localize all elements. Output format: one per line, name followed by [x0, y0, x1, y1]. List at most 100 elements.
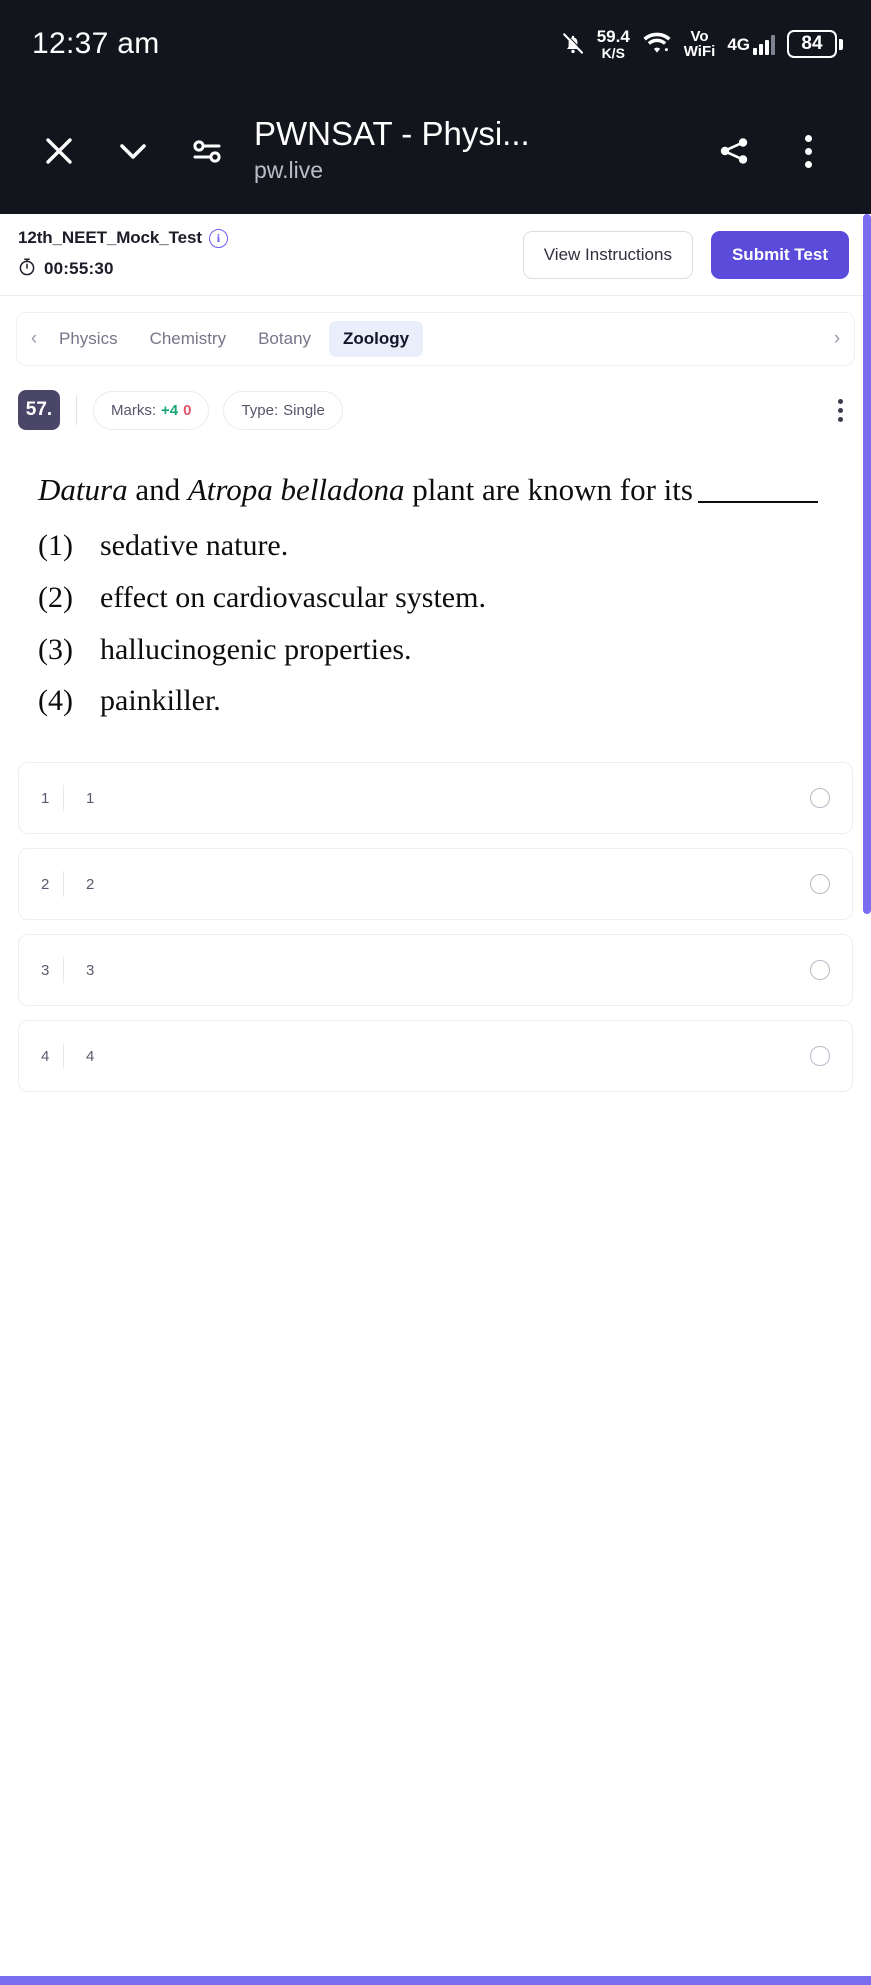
info-icon[interactable]: i: [208, 228, 228, 248]
browser-title-block[interactable]: PWNSAT - Physi... pw.live: [244, 116, 697, 186]
answer-row-label: 3: [86, 961, 95, 979]
battery-nub: [839, 38, 843, 50]
stopwatch-icon: [18, 257, 36, 281]
view-instructions-button[interactable]: View Instructions: [522, 230, 693, 279]
marks-label: Marks:: [111, 401, 156, 419]
question-meta-row: 57. Marks: +4 0 Type: Single: [18, 390, 853, 430]
answer-radio-button[interactable]: [810, 960, 830, 981]
test-name-row: 12th_NEET_Mock_Test i: [18, 228, 228, 248]
stem-italic-1: Datura: [38, 472, 128, 507]
answer-row-divider: [63, 1043, 64, 1070]
answer-row-divider: [63, 871, 64, 898]
signal-strength-bars: [753, 33, 775, 55]
status-indicators: 59.4 K/S Vo WiFi 4G 84: [561, 28, 843, 60]
option-text: effect on cardiovascular system.: [100, 580, 486, 614]
type-chip: Type: Single: [223, 390, 343, 430]
network-speed-unit: K/S: [601, 44, 625, 61]
answer-row-index: 1: [41, 789, 50, 807]
type-value: Single: [283, 401, 325, 419]
answer-option-row[interactable]: 22: [18, 848, 853, 921]
stem-italic-2: Atropa belladona: [187, 472, 405, 507]
answer-option-row[interactable]: 11: [18, 762, 853, 835]
option-line: (3) hallucinogenic properties.: [38, 630, 845, 671]
answer-row-index: 2: [41, 875, 50, 893]
answer-options-list: 11223344: [18, 762, 853, 1093]
battery-icon: 84: [787, 30, 843, 58]
answer-row-index: 3: [41, 961, 50, 979]
submit-test-button[interactable]: Submit Test: [710, 230, 849, 279]
close-icon[interactable]: [22, 114, 96, 188]
share-icon[interactable]: [697, 114, 771, 188]
network-speed-indicator: 59.4 K/S: [597, 28, 630, 60]
test-meta: 12th_NEET_Mock_Test i 00:55:30: [18, 228, 228, 281]
answer-radio-button[interactable]: [810, 874, 830, 895]
tune-icon[interactable]: [170, 114, 244, 188]
stem-plain-2: plant are known for its: [404, 472, 693, 507]
answer-row-label: 1: [86, 789, 95, 807]
signal-bars-icon: 4G: [727, 33, 775, 55]
option-number: (3): [38, 632, 73, 666]
page-host: pw.live: [254, 157, 324, 184]
question-options: (1) sedative nature. (2) effect on cardiova…: [38, 526, 845, 722]
question-body: Datura and Atropa belladona plant are kn…: [38, 468, 845, 722]
timer-row: 00:55:30: [18, 257, 228, 281]
option-number: (4): [38, 684, 73, 718]
type-label: Type:: [241, 401, 279, 419]
tab-chemistry[interactable]: Chemistry: [136, 321, 241, 357]
battery-level: 84: [787, 30, 837, 58]
answer-option-row[interactable]: 44: [18, 1020, 853, 1093]
marks-negative: 0: [183, 401, 192, 419]
option-text: sedative nature.: [100, 529, 289, 563]
answer-option-row[interactable]: 33: [18, 934, 853, 1007]
marks-positive: +4: [161, 401, 179, 419]
horizontal-scrollbar[interactable]: [0, 1976, 871, 1985]
meta-divider: [76, 395, 77, 425]
option-text: painkiller.: [100, 684, 221, 718]
answer-blank: [697, 501, 818, 503]
stem-plain-1: and: [127, 472, 188, 507]
option-line: (2) effect on cardiovascular system.: [38, 578, 845, 619]
phone-status-bar: 12:37 am 59.4 K/S Vo WiFi 4G 84: [0, 0, 871, 88]
overflow-menu-icon[interactable]: [771, 114, 845, 188]
option-number: (1): [38, 529, 73, 563]
overflow-dots: [804, 134, 812, 168]
option-text: hallucinogenic properties.: [100, 632, 412, 666]
chevron-down-icon[interactable]: [96, 114, 170, 188]
answer-row-label: 4: [86, 1047, 95, 1065]
status-clock: 12:37 am: [32, 27, 160, 60]
header-actions: View Instructions Submit Test: [522, 230, 849, 279]
answer-row-divider: [63, 957, 64, 984]
subject-tab-bar: ‹ Physics Chemistry Botany Zoology ›: [16, 312, 855, 366]
vo-label: Vo: [690, 27, 709, 45]
network-gen-label: 4G: [727, 35, 750, 54]
answer-radio-button[interactable]: [810, 788, 830, 809]
question-overflow-icon[interactable]: [828, 393, 853, 428]
option-number: (2): [38, 580, 73, 614]
answer-radio-button[interactable]: [810, 1046, 830, 1067]
countdown-timer: 00:55:30: [44, 259, 114, 278]
tab-physics[interactable]: Physics: [45, 321, 132, 357]
volte-wifi-indicator: Vo WiFi: [683, 27, 716, 60]
test-header: 12th_NEET_Mock_Test i 00:55:30 View Inst…: [0, 214, 871, 296]
option-line: (1) sedative nature.: [38, 526, 845, 567]
marks-chip: Marks: +4 0: [93, 390, 210, 430]
test-page: 12th_NEET_Mock_Test i 00:55:30 View Inst…: [0, 214, 871, 1985]
tab-botany[interactable]: Botany: [244, 321, 325, 357]
wifi-label: WiFi: [683, 43, 716, 60]
page-title: PWNSAT - Physi...: [254, 116, 530, 153]
wifi-icon: [642, 30, 672, 59]
test-title: 12th_NEET_Mock_Test: [18, 228, 202, 247]
bell-mute-icon: [561, 31, 585, 57]
network-speed-value: 59.4: [596, 27, 630, 47]
tabs-prev-icon[interactable]: ‹: [23, 328, 45, 350]
browser-toolbar: PWNSAT - Physi... pw.live: [0, 88, 871, 214]
vertical-scrollbar[interactable]: [863, 214, 871, 914]
tabs-next-icon[interactable]: ›: [826, 328, 848, 350]
answer-row-index: 4: [41, 1047, 50, 1065]
subject-tabs: Physics Chemistry Botany Zoology: [45, 321, 826, 357]
question-number-badge: 57.: [18, 390, 60, 430]
answer-row-label: 2: [86, 875, 95, 893]
option-line: (4) painkiller.: [38, 681, 845, 722]
answer-row-divider: [63, 785, 64, 812]
tab-zoology[interactable]: Zoology: [329, 321, 424, 357]
